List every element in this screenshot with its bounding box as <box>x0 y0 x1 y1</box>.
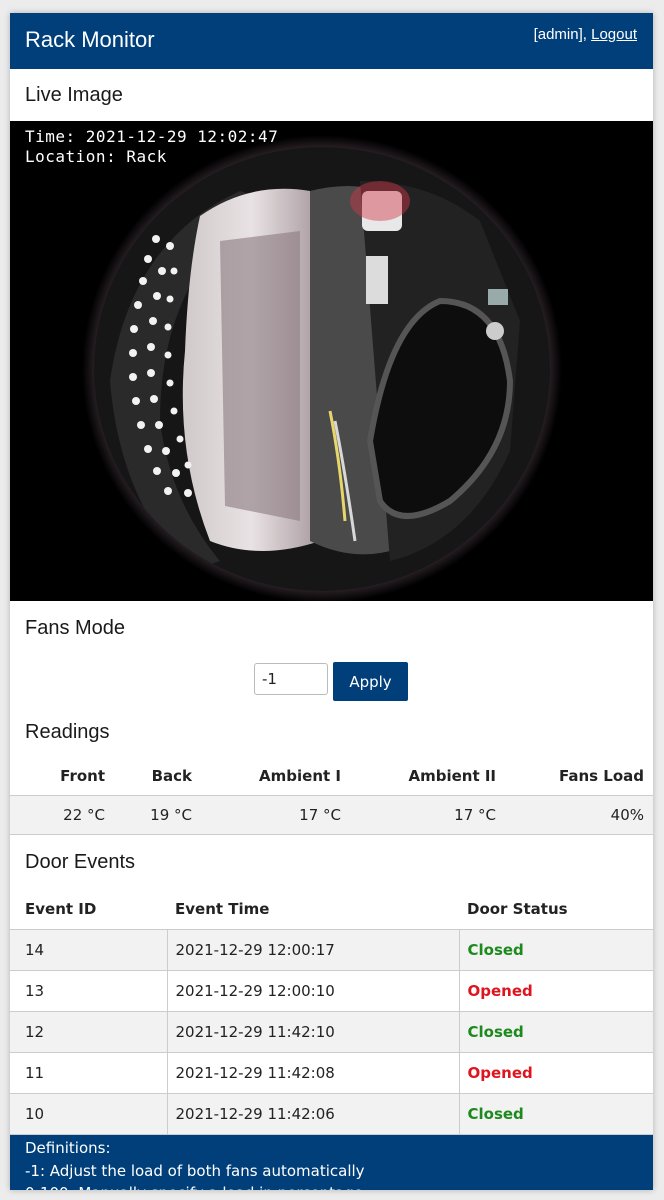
definition-manual: 0-100: Manually specify a load in percen… <box>25 1182 638 1190</box>
top-bar: Rack Monitor [admin], Logout <box>10 13 653 69</box>
logout-link[interactable]: Logout <box>591 26 637 43</box>
event-id: 12 <box>10 1011 168 1053</box>
fisheye-camera-view <box>10 121 653 601</box>
camera-timestamp-overlay: Time: 2021-12-29 12:02:47 <box>25 127 279 146</box>
event-time: 2021-12-29 11:42:08 <box>167 1052 460 1094</box>
username-label: [admin], <box>533 26 592 43</box>
events-column-header: Event Time <box>167 889 459 930</box>
definitions-heading: Definitions: <box>25 1139 111 1157</box>
back-temperature: 19 °C <box>114 795 201 835</box>
ambient-1-temperature: 17 °C <box>201 795 350 835</box>
front-temperature: 22 °C <box>10 795 114 835</box>
definition-auto: -1: Adjust the load of both fans automat… <box>25 1161 365 1180</box>
event-time: 2021-12-29 11:42:10 <box>167 1011 460 1053</box>
readings-value-row: 22 °C 19 °C 17 °C 17 °C 40% <box>10 795 653 835</box>
live-image-heading: Live Image <box>25 84 123 106</box>
ambient-2-temperature: 17 °C <box>350 795 505 835</box>
table-row: 13 2021-12-29 12:00:10 Opened <box>10 970 653 1012</box>
app-title: Rack Monitor <box>25 27 155 52</box>
door-status: Opened <box>459 1052 653 1094</box>
apply-button[interactable]: Apply <box>333 662 408 701</box>
events-column-header: Event ID <box>10 889 167 930</box>
door-status: Closed <box>459 1093 653 1135</box>
readings-header-row: Front Back Ambient I Ambient II Fans Loa… <box>10 757 653 796</box>
door-events-table: Event ID Event Time Door Status 14 2021-… <box>10 889 653 1135</box>
door-status: Closed <box>459 929 653 971</box>
fans-load-value: 40% <box>505 795 653 835</box>
events-header-row: Event ID Event Time Door Status <box>10 889 653 930</box>
events-column-header: Door Status <box>459 889 653 930</box>
readings-column-header: Fans Load <box>505 757 653 796</box>
event-id: 11 <box>10 1052 168 1094</box>
table-row: 14 2021-12-29 12:00:17 Closed <box>10 929 653 971</box>
event-id: 10 <box>10 1093 168 1135</box>
readings-column-header: Ambient II <box>350 757 505 796</box>
door-events-heading: Door Events <box>25 851 136 873</box>
event-id: 13 <box>10 970 168 1012</box>
door-status: Closed <box>459 1011 653 1053</box>
event-time: 2021-12-29 12:00:17 <box>167 929 460 971</box>
definitions-footer: Definitions: -1: Adjust the load of both… <box>10 1135 653 1190</box>
readings-heading: Readings <box>25 721 110 743</box>
readings-column-header: Back <box>114 757 201 796</box>
camera-location-overlay: Location: Rack <box>25 147 167 166</box>
readings-column-header: Ambient I <box>201 757 350 796</box>
event-time: 2021-12-29 12:00:10 <box>167 970 460 1012</box>
fans-mode-heading: Fans Mode <box>25 617 126 639</box>
readings-column-header: Front <box>10 757 114 796</box>
app-window: Rack Monitor [admin], Logout Live Image <box>10 13 653 1190</box>
event-time: 2021-12-29 11:42:06 <box>167 1093 460 1135</box>
user-area: [admin], Logout <box>534 26 637 43</box>
fans-mode-input[interactable] <box>254 663 328 695</box>
table-row: 10 2021-12-29 11:42:06 Closed <box>10 1093 653 1135</box>
table-row: 11 2021-12-29 11:42:08 Opened <box>10 1052 653 1094</box>
event-id: 14 <box>10 929 168 971</box>
live-camera-image: Time: 2021-12-29 12:02:47 Location: Rack <box>10 121 653 601</box>
table-row: 12 2021-12-29 11:42:10 Closed <box>10 1011 653 1053</box>
readings-table: Front Back Ambient I Ambient II Fans Loa… <box>10 757 653 835</box>
fans-mode-form: Apply <box>10 655 653 707</box>
door-status: Opened <box>459 970 653 1012</box>
